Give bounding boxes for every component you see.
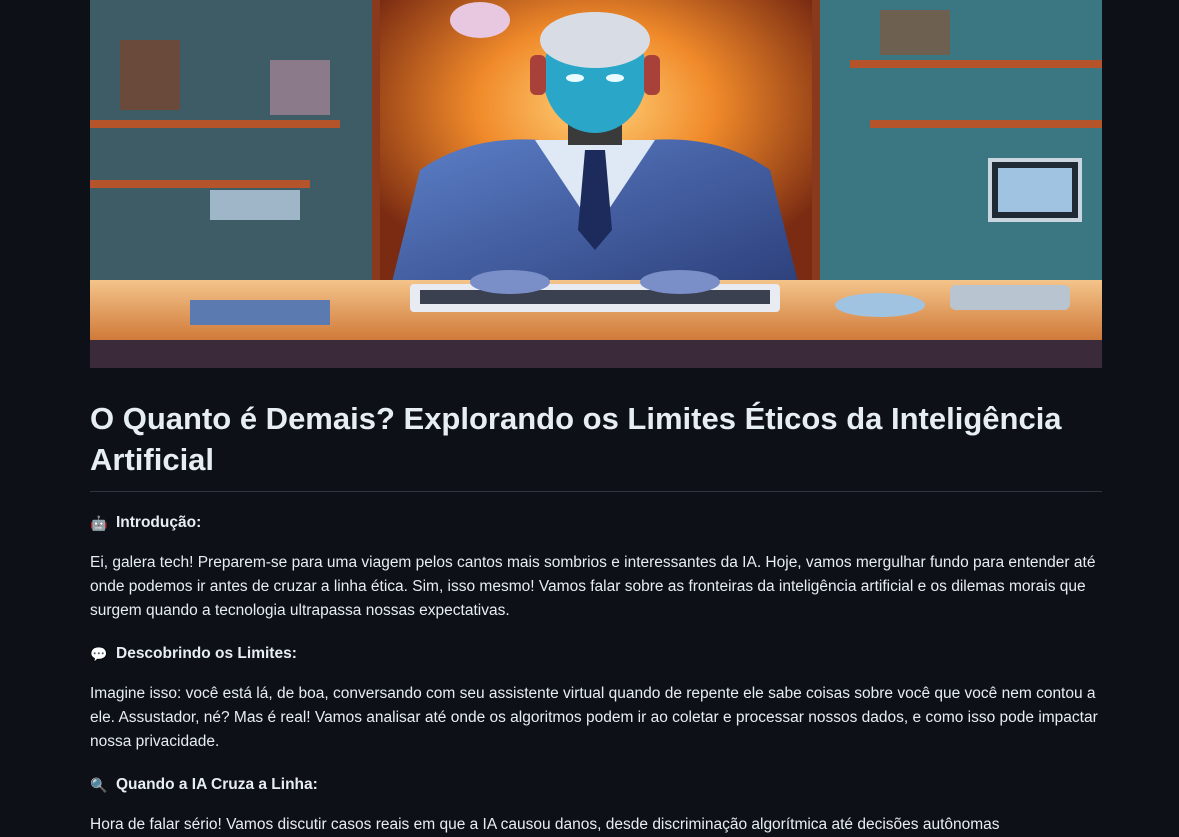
- section-heading-text: Descobrindo os Limites:: [116, 645, 297, 662]
- section-heading: 🤖 Introdução:: [90, 512, 1102, 534]
- article-title: O Quanto é Demais? Explorando os Limites…: [90, 368, 1102, 492]
- article: O Quanto é Demais? Explorando os Limites…: [90, 0, 1102, 837]
- section-heading-text: Quando a IA Cruza a Linha:: [116, 776, 318, 793]
- magnifier-icon: 🔍: [90, 777, 108, 793]
- section-paragraph: Hora de falar sério! Vamos discutir caso…: [90, 816, 1000, 833]
- robot-icon: 🤖: [90, 515, 108, 531]
- section-paragraph: Ei, galera tech! Preparem-se para uma vi…: [90, 554, 1096, 619]
- hero-image: [90, 0, 1102, 368]
- section-intro: 🤖 Introdução: Ei, galera tech! Preparem-…: [90, 512, 1102, 623]
- section-paragraph: Imagine isso: você está lá, de boa, conv…: [90, 685, 1098, 750]
- section-limits: 💬 Descobrindo os Limites: Imagine isso: …: [90, 643, 1102, 754]
- section-heading: 🔍 Quando a IA Cruza a Linha:: [90, 774, 1102, 796]
- speech-bubble-icon: 💬: [90, 646, 108, 662]
- section-heading: 💬 Descobrindo os Limites:: [90, 643, 1102, 665]
- section-heading-text: Introdução:: [116, 514, 202, 531]
- section-crossing: 🔍 Quando a IA Cruza a Linha: Hora de fal…: [90, 774, 1102, 837]
